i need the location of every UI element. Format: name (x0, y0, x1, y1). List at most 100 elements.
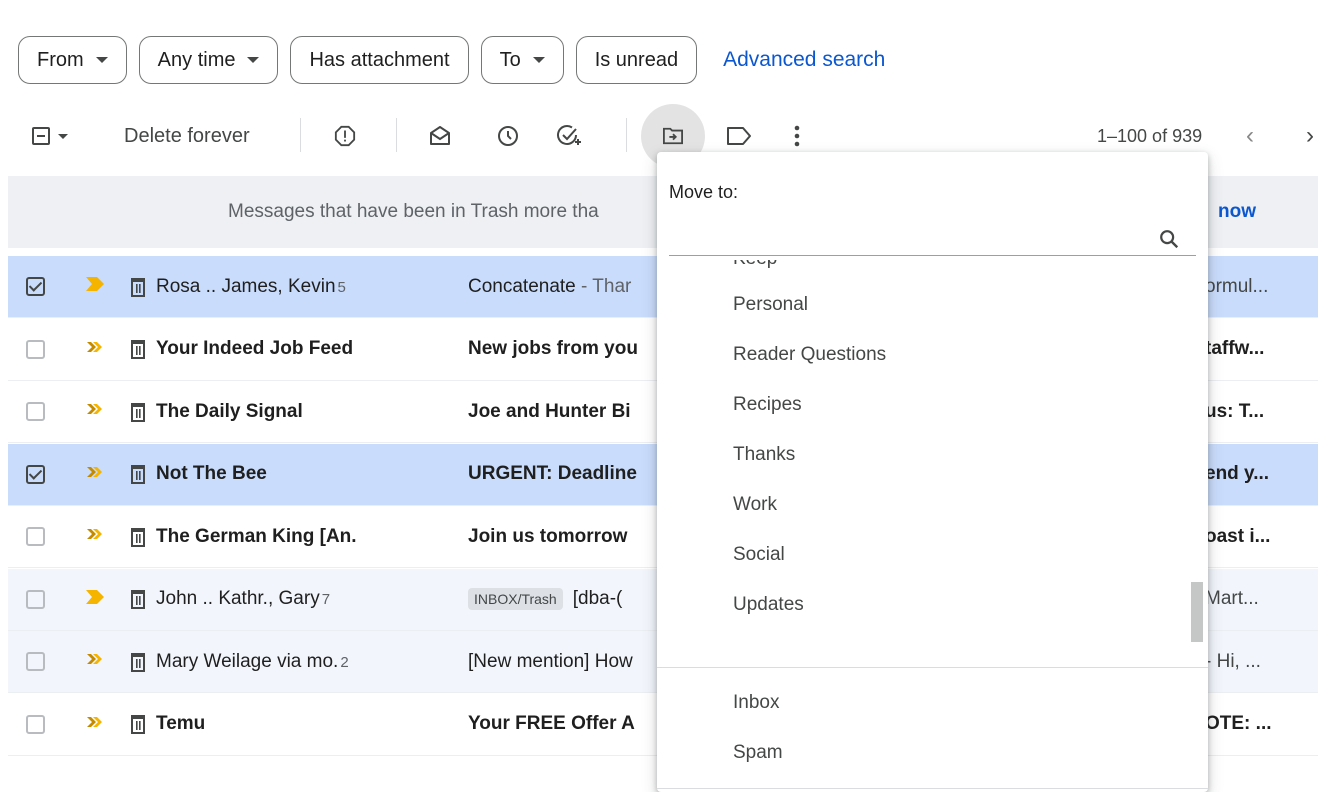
move-to-option[interactable]: Personal (733, 294, 808, 316)
mark-as-read-button[interactable] (428, 108, 452, 164)
move-to-option[interactable]: Work (733, 494, 777, 516)
message-subject: Joe and Hunter Bi (468, 401, 658, 423)
menu-scrollbar-thumb[interactable] (1191, 582, 1203, 642)
menu-divider (657, 788, 1208, 789)
row-checkbox[interactable] (26, 652, 45, 671)
message-subject: New jobs from you (468, 338, 658, 360)
subject-text: Your FREE Offer A (468, 713, 635, 734)
is-unread-label: Is unread (594, 48, 679, 71)
snooze-button[interactable] (496, 108, 520, 164)
to-filter-chip[interactable]: To (480, 36, 564, 84)
subject-text: Concatenate (468, 275, 576, 297)
row-checkbox[interactable] (26, 402, 45, 421)
trash-icon (130, 652, 146, 672)
message-subject: Join us tomorrow (468, 526, 658, 548)
message-subject: URGENT: Deadline (468, 463, 658, 485)
advanced-search-link[interactable]: Advanced search (723, 48, 885, 72)
open-envelope-icon (430, 126, 450, 145)
sender-name: John .. Kathr., Gary 7 (156, 588, 330, 610)
move-to-option[interactable]: Thanks (733, 444, 795, 466)
clock-icon (498, 126, 518, 146)
important-marker-icon[interactable] (86, 527, 104, 546)
sender-text: The German King [An. (156, 525, 357, 547)
message-subject: [New mention] How (468, 651, 658, 673)
trash-icon (130, 589, 146, 609)
message-snippet: OTE: ... (1205, 713, 1272, 734)
important-marker-icon[interactable] (86, 589, 104, 609)
select-checkbox-icon (32, 127, 50, 145)
move-to-menu-title: Move to: (669, 182, 739, 202)
any-time-filter-chip[interactable]: Any time (138, 36, 279, 84)
report-spam-icon (334, 125, 356, 147)
message-snippet: oast i... (1205, 525, 1271, 547)
add-task-icon (557, 125, 581, 145)
to-filter-label: To (499, 48, 521, 71)
more-vert-icon (794, 125, 800, 147)
row-checkbox[interactable] (26, 527, 45, 546)
sender-text: The Daily Signal (156, 400, 303, 422)
thread-count: 2 (340, 653, 349, 671)
subject-text: Joe and Hunter Bi (468, 400, 631, 422)
delete-forever-button[interactable]: Delete forever (124, 108, 250, 164)
move-to-option[interactable]: Social (733, 544, 785, 566)
move-to-option[interactable]: Inbox (733, 692, 779, 714)
move-to-option[interactable]: Recipes (733, 394, 802, 416)
important-marker-icon[interactable] (86, 465, 104, 484)
sender-text: Temu (156, 713, 206, 734)
row-checkbox[interactable] (26, 277, 45, 296)
important-marker-icon[interactable] (86, 402, 104, 421)
sender-name: Rosa .. James, Kevin 5 (156, 276, 346, 298)
trash-icon (130, 464, 146, 484)
chevron-down-icon (532, 57, 545, 63)
from-filter-chip[interactable]: From (18, 36, 127, 84)
subject-text: [New mention] How (468, 650, 633, 672)
chevron-left-icon: ‹ (1246, 122, 1254, 149)
add-to-tasks-button[interactable] (556, 108, 582, 164)
label-icon (727, 127, 751, 145)
trash-icon (130, 527, 146, 547)
any-time-filter-label: Any time (157, 48, 236, 71)
thread-count: 5 (337, 278, 346, 296)
move-to-search-input[interactable] (669, 228, 1196, 256)
trash-icon (130, 277, 146, 297)
row-checkbox[interactable] (26, 339, 45, 359)
trash-icon (130, 714, 146, 734)
subject-text: New jobs from you (468, 338, 638, 359)
toolbar-divider (300, 118, 301, 152)
thread-count: 7 (321, 591, 331, 608)
report-spam-button[interactable] (334, 108, 356, 164)
has-attachment-chip[interactable]: Has attachment (290, 36, 469, 84)
newer-page-button[interactable]: ‹ (1246, 108, 1254, 164)
label-tag[interactable]: INBOX/Trash (468, 587, 563, 610)
important-marker-icon[interactable] (86, 340, 104, 359)
move-to-option[interactable]: Reader Questions (733, 344, 886, 366)
search-filter-chips: From Any time Has attachment To Is unrea… (18, 36, 885, 84)
sender-text: Rosa .. James, Kevin (156, 275, 336, 297)
empty-trash-link[interactable]: now (1218, 201, 1256, 223)
move-to-folder-icon (663, 127, 683, 145)
row-checkbox[interactable] (26, 589, 45, 609)
message-snippet: ormul... (1205, 275, 1269, 297)
row-checkbox[interactable] (26, 714, 45, 734)
sender-name: Not The Bee (156, 463, 267, 485)
older-page-button[interactable]: › (1306, 108, 1314, 164)
sender-name: The German King [An. (156, 526, 357, 548)
move-to-option[interactable]: Updates (733, 594, 804, 616)
select-all-dropdown[interactable] (32, 108, 68, 164)
message-snippet: Mart... (1205, 588, 1259, 609)
important-marker-icon[interactable] (86, 277, 104, 296)
chevron-down-icon (247, 57, 260, 63)
row-checkbox[interactable] (26, 464, 45, 484)
sender-text: Mary Weilage via mo. (156, 650, 339, 672)
trash-icon (130, 339, 146, 359)
message-snippet: taffw... (1205, 338, 1265, 359)
move-to-option[interactable]: Spam (733, 742, 783, 764)
important-marker-icon[interactable] (86, 652, 104, 671)
message-subject: Concatenate - Thar (468, 276, 658, 298)
message-subject: Your FREE Offer A (468, 713, 658, 735)
important-marker-icon[interactable] (86, 715, 104, 734)
sender-name: Your Indeed Job Feed (156, 338, 353, 360)
is-unread-chip[interactable]: Is unread (575, 36, 698, 84)
trash-icon (130, 402, 146, 422)
chevron-down-icon (95, 57, 108, 63)
